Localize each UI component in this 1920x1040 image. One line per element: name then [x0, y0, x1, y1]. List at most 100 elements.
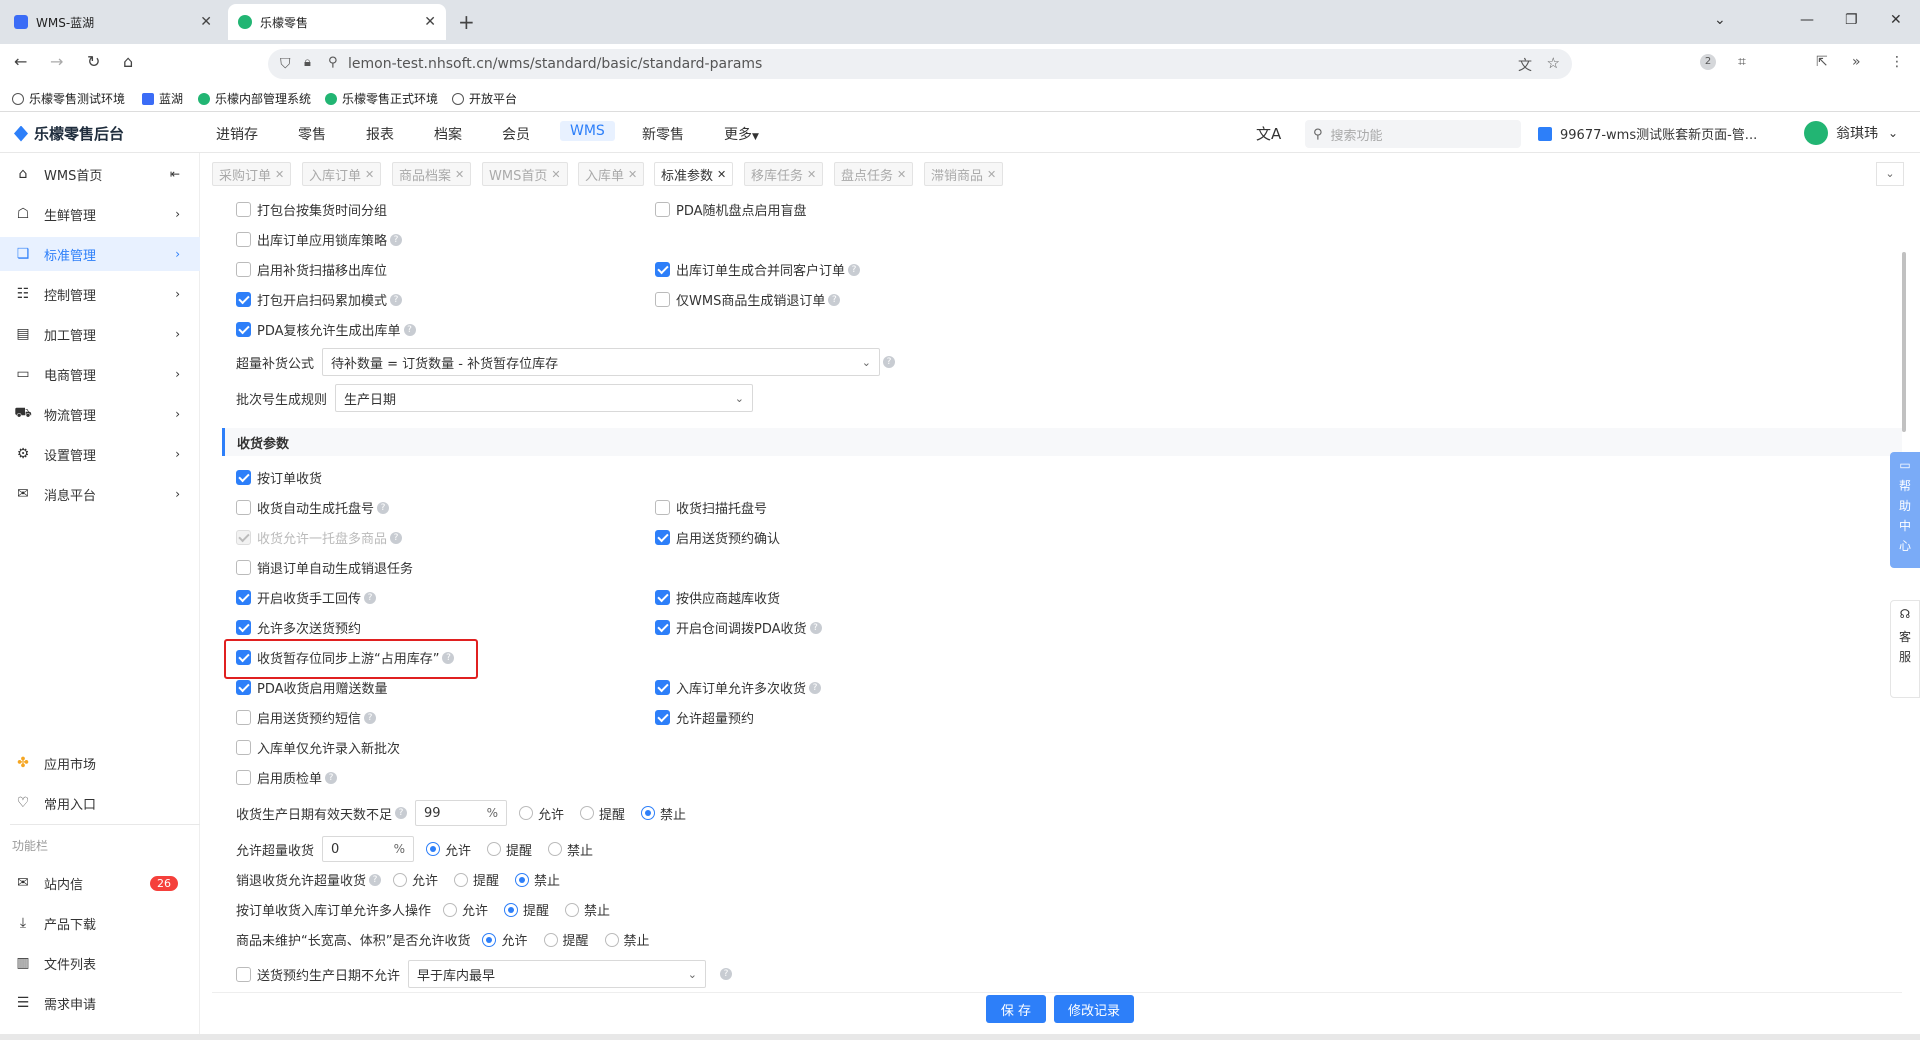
history-button[interactable]: 修改记录	[1054, 995, 1134, 1023]
checkbox[interactable]	[655, 500, 670, 515]
param-checkbox-row[interactable]: PDA复核允许生成出库单?	[236, 320, 416, 339]
help-icon[interactable]: ?	[809, 621, 822, 634]
checkbox[interactable]	[236, 262, 251, 277]
forward-icon[interactable]: →	[50, 52, 63, 71]
page-tab[interactable]: 商品档案 ✕	[392, 162, 472, 186]
radio-button[interactable]	[454, 872, 469, 887]
help-icon[interactable]: ?	[395, 807, 408, 819]
close-tab-icon[interactable]: ✕	[200, 14, 212, 30]
checkbox[interactable]	[236, 740, 251, 755]
new-tab-button[interactable]: +	[458, 10, 475, 34]
checkbox[interactable]	[655, 292, 670, 307]
help-icon[interactable]: ?	[720, 968, 733, 980]
radio-button[interactable]	[641, 806, 656, 820]
collapse-sidebar-icon[interactable]: ⇤	[170, 167, 180, 181]
nav-item[interactable]: 报表	[366, 124, 394, 144]
radio-button[interactable]	[565, 902, 580, 917]
help-icon[interactable]: ?	[390, 293, 403, 306]
sidebar-item-requests[interactable]: ☰ 需求申请	[0, 986, 200, 1020]
checkbox[interactable]	[655, 590, 670, 605]
sidebar-item-files[interactable]: ▥ 文件列表	[0, 946, 200, 980]
help-icon[interactable]: ?	[369, 873, 382, 886]
nav-item[interactable]: 零售	[298, 124, 326, 144]
page-tab[interactable]: 入库单 ✕	[578, 162, 645, 186]
minimize-icon[interactable]: —	[1800, 12, 1814, 28]
checkbox[interactable]	[236, 590, 251, 605]
percent-input[interactable]: 99%	[415, 800, 508, 826]
param-checkbox-row[interactable]: PDA随机盘点启用盲盘	[655, 200, 807, 219]
param-checkbox-row[interactable]: 出库订单应用锁库策略?	[236, 230, 403, 249]
radio-button[interactable]	[548, 842, 563, 856]
close-icon[interactable]: ✕	[717, 168, 726, 181]
radio-button[interactable]	[393, 872, 408, 887]
delivery-date-select[interactable]: 早于库内最早 ⌄	[408, 960, 707, 988]
param-checkbox-row[interactable]: 允许超量预约	[655, 708, 754, 727]
sidebar-item-message[interactable]: ✉ 消息平台 ›	[0, 477, 200, 511]
translate-icon[interactable]: 文	[1518, 55, 1532, 75]
radio-button[interactable]	[543, 932, 558, 947]
checkbox[interactable]	[236, 322, 251, 337]
customer-service-float[interactable]: ☊ 客 服	[1890, 600, 1920, 698]
bookmark-item[interactable]: 乐檬零售测试环境	[12, 90, 125, 107]
close-icon[interactable]: ✕	[275, 168, 284, 181]
translate-icon[interactable]: 文A	[1256, 123, 1281, 144]
radio-button[interactable]	[504, 902, 519, 917]
param-checkbox-row[interactable]: 打包开启扫码累加模式?	[236, 290, 403, 309]
help-icon[interactable]: ?	[364, 711, 377, 724]
param-checkbox-row[interactable]: 仅WMS商品生成销退订单?	[655, 290, 841, 309]
sidebar-item-settings[interactable]: ⚙ 设置管理 ›	[0, 437, 200, 471]
checkbox[interactable]	[655, 680, 670, 695]
checkbox[interactable]	[655, 620, 670, 635]
page-tab[interactable]: 采购订单 ✕	[212, 162, 292, 186]
user-menu[interactable]: 翁琪玮 ⌄	[1804, 121, 1898, 145]
param-checkbox-row[interactable]: 收货自动生成托盘号?	[236, 498, 390, 517]
close-window-icon[interactable]: ✕	[1890, 12, 1902, 28]
bookmark-item[interactable]: 蓝湖	[142, 90, 183, 107]
checkbox[interactable]	[236, 202, 251, 217]
param-checkbox-row[interactable]: 启用质检单?	[236, 768, 338, 787]
param-checkbox-row[interactable]: 按订单收货	[236, 468, 322, 487]
sidebar-item-fresh[interactable]: ☖ 生鲜管理 ›	[0, 197, 200, 231]
bookmark-star-icon[interactable]: ☆	[1547, 54, 1560, 72]
page-tab[interactable]: 移库任务 ✕	[744, 162, 824, 186]
help-icon[interactable]: ?	[364, 591, 377, 604]
sidebar-item-process[interactable]: ▤ 加工管理 ›	[0, 317, 200, 351]
param-checkbox-row[interactable]: 按供应商越库收货	[655, 588, 780, 607]
menu-icon[interactable]: ⋮	[1890, 54, 1904, 70]
checkbox[interactable]	[655, 710, 670, 725]
bookmark-item[interactable]: 开放平台	[452, 90, 517, 107]
checkbox[interactable]	[236, 680, 251, 695]
help-icon[interactable]: ?	[848, 263, 861, 276]
page-tab[interactable]: WMS首页 ✕	[482, 162, 568, 186]
help-icon[interactable]: ?	[390, 531, 403, 544]
param-checkbox-row[interactable]: PDA收货启用赠送数量	[236, 678, 388, 697]
checkbox[interactable]	[236, 470, 251, 485]
radio-button[interactable]	[487, 842, 502, 856]
close-icon[interactable]: ✕	[897, 168, 906, 181]
nav-item-wms[interactable]: WMS	[560, 121, 615, 141]
close-tab-icon[interactable]: ✕	[424, 14, 436, 30]
checkbox[interactable]	[655, 530, 670, 545]
help-icon[interactable]: ?	[403, 323, 416, 336]
reload-icon[interactable]: ↻	[87, 52, 100, 71]
radio-button[interactable]	[443, 902, 458, 917]
browser-tab-wms-lanhu[interactable]: WMS-蓝湖 ✕	[4, 4, 222, 40]
url-field[interactable]: ⛉ 🔒︎ ⚲ lemon-test.nhsoft.cn/wms/standard…	[268, 49, 1572, 79]
close-icon[interactable]: ✕	[987, 168, 996, 181]
home-browser-icon[interactable]: ⌂	[123, 52, 133, 71]
extension-badge-icon[interactable]: 2	[1700, 54, 1716, 70]
site-settings-icon[interactable]: ⚲	[328, 55, 338, 70]
help-icon[interactable]: ?	[828, 293, 841, 306]
checkbox[interactable]	[236, 232, 251, 247]
restore-icon[interactable]: ❐	[1845, 12, 1858, 28]
bookmark-item[interactable]: 乐檬零售正式环境	[325, 90, 438, 107]
checkbox[interactable]	[236, 620, 251, 635]
radio-button[interactable]	[519, 806, 534, 820]
browser-tab-lemon[interactable]: 乐檬零售 ✕	[228, 4, 446, 40]
checkbox[interactable]	[236, 710, 251, 725]
radio-button[interactable]	[604, 932, 619, 947]
close-icon[interactable]: ✕	[365, 168, 374, 181]
sidebar-item-download[interactable]: ⤓ 产品下载	[0, 906, 200, 940]
radio-button[interactable]	[580, 806, 595, 820]
param-checkbox-row[interactable]: 启用送货预约短信?	[236, 708, 377, 727]
